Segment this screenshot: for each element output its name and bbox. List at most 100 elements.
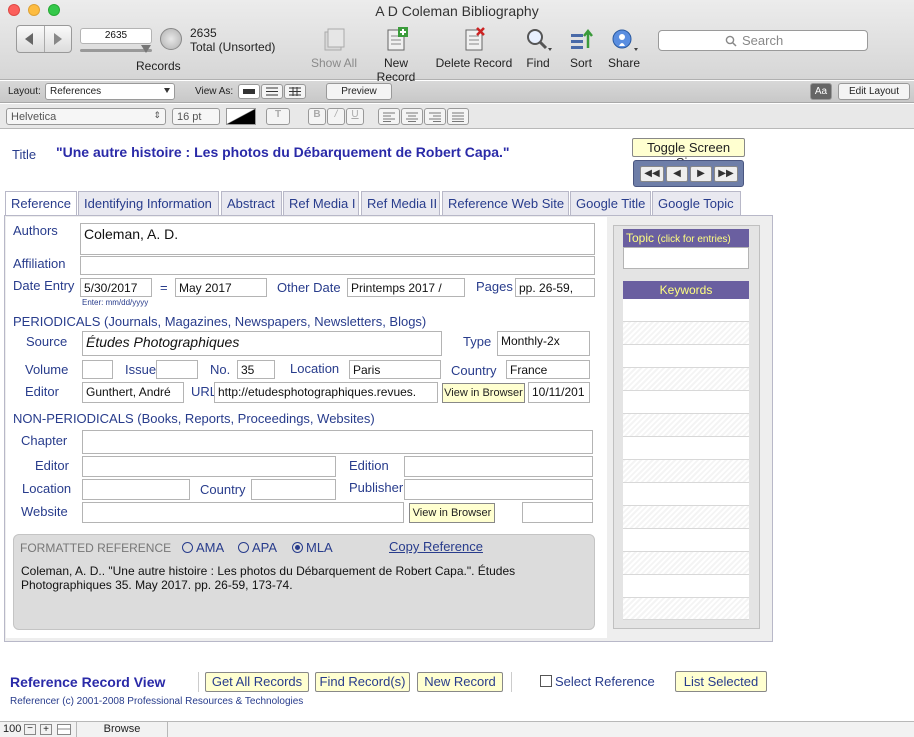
font-select[interactable]: Helvetica ⇕ [6, 108, 166, 125]
previous-record-icon[interactable] [25, 33, 33, 45]
formatted-reference-text[interactable]: Coleman, A. D.. "Une autre histoire : Le… [21, 564, 541, 592]
view-as-form-button[interactable] [238, 84, 260, 99]
keyword-row[interactable] [623, 483, 749, 506]
get-all-records-button[interactable]: Get All Records [205, 672, 309, 692]
preview-button[interactable]: Preview [326, 83, 392, 100]
tab-ref-media-1[interactable]: Ref Media I [283, 191, 359, 215]
find-button[interactable]: Find [520, 26, 556, 70]
zoom-out-icon[interactable]: − [24, 724, 36, 735]
keyword-row[interactable] [623, 299, 749, 322]
last-record-icon[interactable]: ▶▶ [714, 166, 738, 182]
text-fill-icon[interactable]: T [266, 108, 290, 125]
edit-layout-button[interactable]: Edit Layout [838, 83, 910, 100]
previous-record-button-icon[interactable]: ◀ [666, 166, 688, 182]
search-input[interactable]: Search [658, 30, 868, 51]
tab-reference[interactable]: Reference [5, 191, 77, 216]
align-right-button[interactable] [424, 108, 446, 125]
keyword-row[interactable] [623, 437, 749, 460]
keyword-row[interactable] [623, 391, 749, 414]
affiliation-field[interactable] [80, 256, 595, 275]
select-reference-checkbox[interactable] [540, 675, 552, 687]
tab-ref-media-2[interactable]: Ref Media II [361, 191, 440, 215]
keyword-row[interactable] [623, 460, 749, 483]
new-record-footer-button[interactable]: New Record [417, 672, 503, 692]
other-date-field[interactable]: Printemps 2017 / [347, 278, 465, 297]
sort-button[interactable]: Sort [566, 26, 596, 70]
toggle-screen-size-button[interactable]: Toggle Screen Size [632, 138, 745, 170]
keyword-row[interactable] [623, 414, 749, 437]
editor-field[interactable]: Gunthert, André [82, 382, 184, 403]
align-center-button[interactable] [401, 108, 423, 125]
view-as-list-button[interactable] [261, 84, 283, 99]
record-number-input[interactable]: 2635 [80, 28, 152, 44]
tab-google-title[interactable]: Google Title [570, 191, 651, 215]
mla-radio[interactable]: MLA [292, 540, 333, 555]
tab-abstract[interactable]: Abstract [221, 191, 282, 215]
size-select[interactable]: 16 pt [172, 108, 220, 125]
next-record-icon[interactable] [54, 33, 62, 45]
underline-button[interactable]: U [346, 108, 364, 125]
keyword-row[interactable] [623, 368, 749, 391]
country-field[interactable]: France [506, 360, 590, 379]
toggle-status-icon[interactable] [57, 724, 71, 735]
topic-field[interactable] [623, 247, 749, 269]
keyword-row[interactable] [623, 575, 749, 598]
format-bar-toggle-button[interactable]: Aa [810, 83, 832, 100]
topic-header[interactable]: Topic (click for entries) [623, 229, 749, 247]
date-entry-field[interactable]: 5/30/2017 [80, 278, 152, 297]
new-record-button[interactable]: New Record [363, 26, 429, 84]
justify-button[interactable] [447, 108, 469, 125]
url-field[interactable]: http://etudesphotographiques.revues. [214, 382, 438, 403]
show-all-button[interactable]: Show All [308, 26, 360, 70]
keyword-row[interactable] [623, 506, 749, 529]
zoom-in-icon[interactable]: + [40, 724, 52, 735]
chapter-field[interactable] [82, 430, 593, 454]
layout-select[interactable]: References [45, 83, 175, 100]
np-editor-field[interactable] [82, 456, 336, 477]
website-view-in-browser-button[interactable]: View in Browser [409, 503, 495, 523]
keyword-row[interactable] [623, 552, 749, 575]
ama-radio[interactable]: AMA [182, 540, 224, 555]
keyword-row[interactable] [623, 345, 749, 368]
keyword-row[interactable] [623, 529, 749, 552]
title-value[interactable]: "Une autre histoire : Les photos du Déba… [56, 144, 510, 160]
np-location-field[interactable] [82, 479, 190, 500]
italic-button[interactable]: / [327, 108, 345, 125]
copy-reference-link[interactable]: Copy Reference [389, 539, 483, 554]
url-date-field[interactable]: 10/11/201 [528, 382, 590, 403]
tab-reference-web-site[interactable]: Reference Web Site [442, 191, 569, 215]
next-record-button-icon[interactable]: ▶ [690, 166, 712, 182]
delete-record-button[interactable]: Delete Record [434, 26, 514, 70]
find-records-button[interactable]: Find Record(s) [315, 672, 410, 692]
zoom-level[interactable]: 100 [3, 723, 21, 735]
tab-google-topic[interactable]: Google Topic [652, 191, 741, 215]
type-field[interactable]: Monthly-2x [497, 331, 590, 356]
record-navigator[interactable] [16, 25, 72, 53]
apa-radio[interactable]: APA [238, 540, 277, 555]
location-field[interactable]: Paris [349, 360, 441, 379]
text-color-swatch[interactable] [226, 108, 256, 125]
website-field[interactable] [82, 502, 404, 523]
share-button[interactable]: Share [606, 26, 642, 70]
issue-field[interactable] [156, 360, 198, 379]
np-country-field[interactable] [251, 479, 336, 500]
website-date-field[interactable] [522, 502, 593, 523]
mode-indicator[interactable]: Browse [76, 722, 168, 737]
edition-field[interactable] [404, 456, 593, 477]
align-left-button[interactable] [378, 108, 400, 125]
volume-field[interactable] [82, 360, 113, 379]
no-field[interactable]: 35 [237, 360, 275, 379]
tab-identifying-information[interactable]: Identifying Information [78, 191, 219, 215]
authors-field[interactable]: Coleman, A. D. [80, 223, 595, 255]
list-selected-button[interactable]: List Selected [675, 671, 767, 692]
slider-thumb-icon[interactable] [141, 45, 151, 53]
pages-field[interactable]: pp. 26-59, [515, 278, 595, 297]
keyword-row[interactable] [623, 598, 749, 620]
keyword-row[interactable] [623, 322, 749, 345]
first-record-icon[interactable]: ◀◀ [640, 166, 664, 182]
view-as-table-button[interactable] [284, 84, 306, 99]
view-in-browser-button[interactable]: View in Browser [442, 383, 525, 403]
bold-button[interactable]: B [308, 108, 326, 125]
date-text-field[interactable]: May 2017 [175, 278, 267, 297]
source-field[interactable]: Études Photographiques [82, 331, 442, 356]
